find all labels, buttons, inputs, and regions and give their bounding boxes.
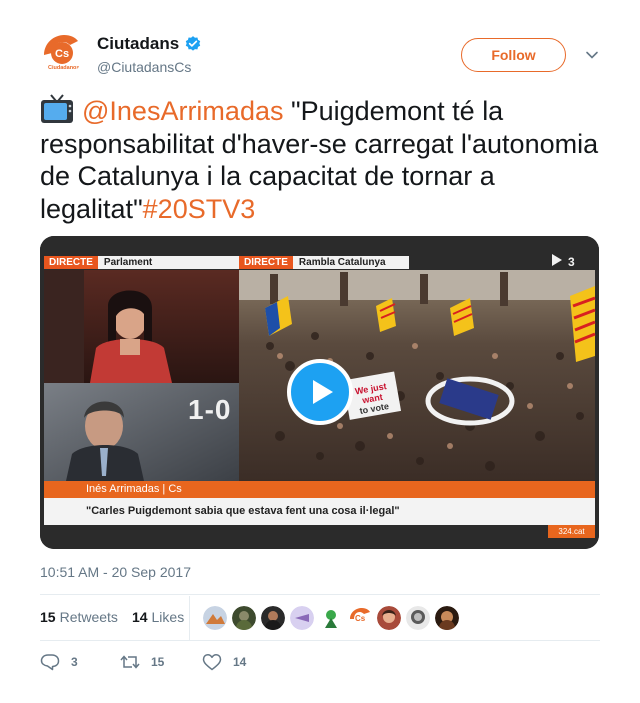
retweet-button[interactable]: 15 [120, 653, 202, 671]
mention-link[interactable]: @InesArrimadas [82, 96, 283, 126]
likes-stat[interactable]: 14 Likes [132, 609, 184, 625]
right-live-tag: DIRECTE [239, 256, 293, 269]
svg-text:3: 3 [568, 255, 575, 269]
lower-third-quote: "Carles Puigdemont sabia que estava fent… [44, 498, 595, 525]
avatar-icon [261, 606, 285, 630]
reply-button[interactable]: 3 [40, 653, 120, 671]
retweets-stat[interactable]: 15 Retweets [40, 609, 118, 625]
avatar-icon [406, 606, 430, 630]
likes-label: Likes [151, 609, 185, 625]
avatar[interactable]: Cs [348, 606, 372, 630]
reply-count: 3 [71, 655, 78, 669]
avatar[interactable] [232, 606, 256, 630]
avatar-icon [319, 606, 343, 630]
avatar[interactable] [290, 606, 314, 630]
stats-separator [189, 596, 190, 640]
avatar[interactable] [435, 606, 459, 630]
avatar-icon [377, 606, 401, 630]
retweets-label: Retweets [59, 609, 118, 625]
svg-text:Cs: Cs [355, 614, 366, 623]
tweet-stats: 15 Retweets 14 Likes [40, 609, 184, 625]
reply-icon [40, 654, 60, 671]
avatar-icon: Cs [348, 606, 372, 630]
follow-button[interactable]: Follow [461, 38, 566, 72]
avatar-icon [232, 606, 256, 630]
retweet-count: 15 [151, 655, 165, 669]
ciutadans-logo-icon: Cs Ciudadanos [40, 31, 84, 75]
avatar[interactable] [261, 606, 285, 630]
liker-avatars: Cs [203, 606, 464, 630]
divider-bottom [40, 640, 600, 641]
tv-icon [41, 94, 73, 123]
retweets-count: 15 [40, 609, 56, 625]
avatar[interactable] [377, 606, 401, 630]
hashtag-link[interactable]: #20STV3 [143, 194, 256, 224]
svg-text:Ciudadanos: Ciudadanos [48, 65, 79, 71]
heart-icon [202, 654, 222, 671]
tweet-actions: 3 15 14 [40, 653, 246, 671]
avatar-icon [435, 606, 459, 630]
play-button[interactable] [287, 359, 353, 425]
right-caption: DIRECTE Rambla Catalunya [239, 256, 409, 269]
tweet-text: @InesArrimadas "Puigdemont té la respons… [40, 94, 600, 225]
likes-count: 14 [131, 609, 148, 625]
play-icon [313, 380, 333, 404]
retweet-icon [120, 655, 140, 669]
avatar[interactable] [319, 606, 343, 630]
avatar[interactable] [203, 606, 227, 630]
name-row[interactable]: Ciutadans [97, 34, 202, 54]
tweet: Cs Ciudadanos Ciutadans @CiutadansCs Fol… [0, 0, 640, 703]
display-name[interactable]: Ciutadans [97, 34, 179, 54]
left-caption: DIRECTE Parlament [44, 256, 246, 269]
score-overlay: 1-0 [188, 394, 232, 425]
avatar[interactable]: Cs Ciudadanos [40, 31, 84, 75]
right-place: Rambla Catalunya [292, 256, 409, 269]
avatar-icon [290, 606, 314, 630]
verified-badge-icon [185, 36, 201, 51]
channel-id: 324.cat [548, 525, 595, 538]
tweet-timestamp[interactable]: 10:51 AM - 20 Sep 2017 [40, 564, 191, 580]
left-live-tag: DIRECTE [44, 256, 98, 269]
divider-top [40, 594, 600, 595]
avatar-icon [203, 606, 227, 630]
left-place: Parlament [97, 256, 246, 269]
svg-text:Cs: Cs [55, 48, 69, 60]
chevron-down-icon[interactable] [585, 48, 599, 62]
like-button[interactable]: 14 [202, 653, 246, 671]
video-player[interactable]: We just want to vote 3 DIRECTE Parlament… [40, 236, 599, 549]
like-count: 14 [233, 655, 247, 669]
lower-third-name: Inés Arrimadas | Cs [44, 481, 595, 498]
user-handle[interactable]: @CiutadansCs [97, 59, 191, 75]
avatar[interactable] [406, 606, 430, 630]
